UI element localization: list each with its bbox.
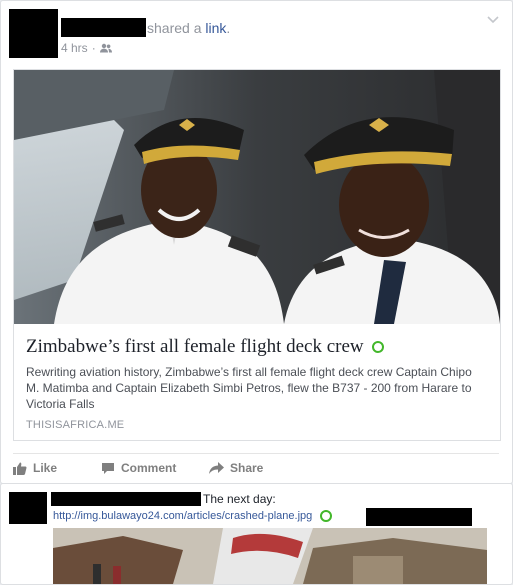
redacted-commenter-avatar[interactable] (9, 492, 47, 524)
crashed-plane-photo[interactable] (53, 528, 487, 584)
card-title-text[interactable]: Zimbabwe’s first all female flight deck … (26, 336, 364, 358)
redacted-name[interactable] (61, 18, 146, 37)
comment-text: The next day: (203, 492, 276, 506)
share-button[interactable]: Share (209, 457, 263, 475)
separator: · (91, 41, 96, 55)
pilots-photo[interactable] (14, 70, 500, 324)
post-meta: 4 hrs · (61, 41, 112, 55)
shared-link[interactable]: link (205, 20, 226, 36)
comment-post: The next day: http://img.bulawayo24.com/… (0, 483, 513, 585)
link-preview-card[interactable]: Zimbabwe’s first all female flight deck … (13, 69, 501, 441)
share-label: Share (230, 461, 264, 475)
shared-line: shared a link. (147, 20, 230, 36)
shared-post: shared a link. 4 hrs · Zimbabwe’s first … (0, 0, 513, 484)
shared-text: shared a (147, 20, 206, 36)
like-label: Like (33, 461, 58, 475)
chevron-down-icon[interactable] (486, 15, 500, 25)
thumbs-up-icon (13, 462, 27, 475)
post-actions: Like Comment Share (13, 453, 499, 478)
like-button[interactable]: Like (13, 457, 101, 475)
card-source: THISISAFRICA.ME (26, 419, 125, 431)
comment-button[interactable]: Comment (101, 457, 209, 475)
verified-dot-icon (371, 341, 384, 353)
comment-label: Comment (121, 461, 177, 475)
timestamp[interactable]: 4 hrs (61, 41, 88, 55)
shared-end: . (226, 20, 231, 36)
link-dot-icon (320, 510, 333, 522)
comment-bubble-icon (102, 462, 114, 474)
comment-link[interactable]: http://img.bulawayo24.com/articles/crash… (53, 510, 312, 522)
redacted-commenter-name[interactable] (51, 492, 201, 506)
friends-icon[interactable] (99, 43, 112, 53)
share-arrow-icon (209, 462, 224, 474)
redacted-avatar[interactable] (9, 9, 58, 58)
card-description: Rewriting aviation history, Zimbabwe’s f… (26, 365, 472, 411)
comment-link-line: http://img.bulawayo24.com/articles/crash… (53, 510, 333, 522)
card-title[interactable]: Zimbabwe’s first all female flight deck … (26, 336, 384, 358)
redacted-text (366, 508, 472, 526)
